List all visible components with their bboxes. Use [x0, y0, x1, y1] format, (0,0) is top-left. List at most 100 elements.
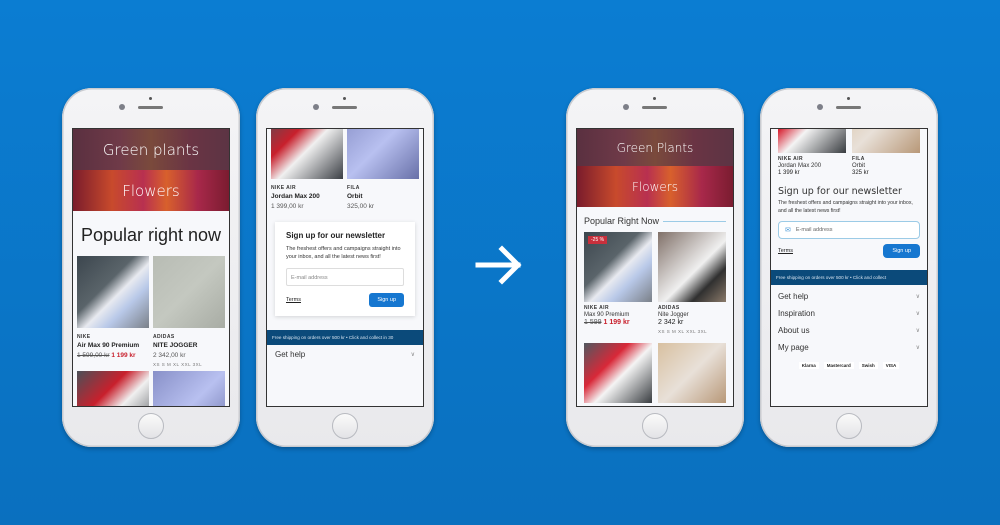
- speaker-grille: [138, 106, 163, 109]
- screen: NIKE AIR Jordan Max 200 1 399,00 kr FILA…: [266, 128, 424, 407]
- product-sizes: XS S M XL XXL 3XL: [658, 329, 708, 334]
- banner-flowers[interactable]: Flowers: [73, 170, 229, 211]
- shipping-bar: Free shipping on orders over 500 kr • Cl…: [771, 270, 927, 285]
- product-name: NITE JOGGER: [153, 342, 198, 349]
- product-brand: NIKE AIR: [271, 185, 296, 191]
- phone-before-home: Green plants Flowers Popular right now N…: [62, 88, 240, 447]
- home-button[interactable]: [138, 413, 164, 439]
- terms-link[interactable]: Terms: [778, 248, 793, 254]
- product-image[interactable]: [658, 232, 726, 302]
- product-image[interactable]: [153, 256, 225, 328]
- product-card[interactable]: NIKE Air Max 90 Premium 1 599,00 kr 1 19…: [77, 256, 149, 367]
- product-image[interactable]: [271, 129, 343, 179]
- banner-green-plants[interactable]: Green Plants: [577, 129, 733, 166]
- sensor-dot: [343, 97, 346, 100]
- accordion-my-page[interactable]: My page ∨: [771, 339, 927, 356]
- product-brand: ADIDAS: [658, 305, 680, 311]
- product-brand: ADIDAS: [153, 334, 175, 340]
- chevron-down-icon: ∨: [410, 352, 415, 358]
- visa-logo: VISA: [882, 362, 900, 369]
- product-brand: FILA: [347, 185, 360, 191]
- camera-icon: [623, 104, 629, 110]
- accordion-label: Get help: [778, 292, 809, 301]
- terms-link[interactable]: Terms: [286, 297, 301, 303]
- home-button[interactable]: [642, 413, 668, 439]
- product-card[interactable]: NIKE AIR Jordan Max 200 1 399 kr: [778, 129, 846, 176]
- home-button[interactable]: [836, 413, 862, 439]
- sale-price: 1 199 kr: [111, 352, 136, 359]
- accordion-get-help[interactable]: Get help ∨: [771, 288, 927, 305]
- email-placeholder: E-mail address: [795, 227, 833, 233]
- product-card[interactable]: -25 % NIKE AIR Max 90 Premium 1 599 1 19…: [584, 232, 652, 334]
- product-card[interactable]: FILA Orbit 325,00 kr: [347, 129, 419, 210]
- product-price: 1 399 kr: [778, 170, 800, 176]
- newsletter-card: Sign up for our newsletter The freshest …: [275, 222, 415, 316]
- product-card[interactable]: ADIDAS NITE JOGGER 2 342,00 kr XS S M XL…: [153, 256, 225, 367]
- screen: NIKE AIR Jordan Max 200 1 399 kr FILA Or…: [770, 128, 928, 407]
- accordion-inspiration[interactable]: Inspiration ∨: [771, 305, 927, 322]
- banner-label: Green plants: [102, 140, 200, 159]
- screen: Green plants Flowers Popular right now N…: [72, 128, 230, 407]
- newsletter-title: Sign up for our newsletter: [286, 231, 386, 240]
- product-brand: FILA: [852, 156, 865, 162]
- phone-after-home: Green Plants Flowers Popular Right Now -…: [566, 88, 744, 447]
- old-price: 1 599: [584, 319, 602, 326]
- signup-button[interactable]: Sign up: [369, 293, 404, 307]
- section-title: Popular Right Now: [584, 216, 660, 226]
- product-card[interactable]: NIKE AIR Jordan Max 200 1 399,00 kr: [271, 129, 343, 210]
- product-image[interactable]: -25 %: [584, 232, 652, 302]
- product-image[interactable]: [153, 371, 225, 406]
- chevron-down-icon: ∨: [915, 328, 920, 334]
- product-price: 325,00 kr: [347, 203, 375, 210]
- accordion-label: About us: [778, 326, 810, 335]
- sale-price: 1 199 kr: [603, 319, 630, 326]
- product-image[interactable]: [778, 129, 846, 153]
- product-image[interactable]: [584, 343, 652, 403]
- product-sizes: XS S M XL XXL 3XL: [153, 362, 203, 367]
- email-input[interactable]: ✉ E-mail address: [778, 221, 920, 239]
- product-name: Orbit: [852, 163, 866, 169]
- screen: Green Plants Flowers Popular Right Now -…: [576, 128, 734, 407]
- banner-flowers[interactable]: Flowers: [577, 166, 733, 207]
- accordion-about-us[interactable]: About us ∨: [771, 322, 927, 339]
- speaker-grille: [642, 106, 667, 109]
- product-name: Max 90 Premium: [584, 312, 630, 318]
- email-input[interactable]: E-mail address: [286, 268, 404, 286]
- banner-label: Flowers: [122, 181, 180, 200]
- chevron-down-icon: ∨: [915, 345, 920, 351]
- product-brand: NIKE AIR: [584, 305, 609, 311]
- accordion-label: Get help: [275, 350, 306, 359]
- product-price: 2 342,00 kr: [153, 352, 186, 359]
- chevron-down-icon: ∨: [915, 294, 920, 300]
- signup-button[interactable]: Sign up: [883, 244, 920, 258]
- accordion-get-help[interactable]: Get help ∨: [267, 345, 423, 364]
- product-price: 325 kr: [852, 170, 869, 176]
- arrow-right-icon: [475, 245, 522, 285]
- product-image[interactable]: [77, 371, 149, 406]
- product-image[interactable]: [347, 129, 419, 179]
- sensor-dot: [149, 97, 152, 100]
- swish-logo: Swish: [858, 362, 878, 369]
- speaker-grille: [332, 106, 357, 109]
- product-card[interactable]: FILA Orbit 325 kr: [852, 129, 920, 176]
- speaker-grille: [836, 106, 861, 109]
- product-name: Nite Jogger: [658, 312, 689, 318]
- home-button[interactable]: [332, 413, 358, 439]
- banner-label: Flowers: [632, 179, 678, 194]
- chevron-down-icon: ∨: [915, 311, 920, 317]
- newsletter-title: Sign up for our newsletter: [778, 186, 902, 197]
- product-image[interactable]: [852, 129, 920, 153]
- section-header: Popular Right Now: [584, 216, 726, 226]
- product-name: Orbit: [347, 193, 363, 200]
- banner-green-plants[interactable]: Green plants: [73, 129, 229, 170]
- divider: [663, 220, 726, 222]
- banner-label: Green Plants: [616, 140, 694, 155]
- product-name: Air Max 90 Premium: [77, 342, 140, 349]
- product-image[interactable]: [77, 256, 149, 328]
- sensor-dot: [653, 97, 656, 100]
- payment-logos: Klarna Mastercard Swish VISA: [771, 356, 927, 369]
- product-brand: NIKE AIR: [778, 156, 803, 162]
- product-card[interactable]: ADIDAS Nite Jogger 2 342 kr XS S M XL XX…: [658, 232, 726, 334]
- product-image[interactable]: [658, 343, 726, 403]
- shipping-bar: Free shipping on orders over 500 kr • Cl…: [267, 330, 423, 345]
